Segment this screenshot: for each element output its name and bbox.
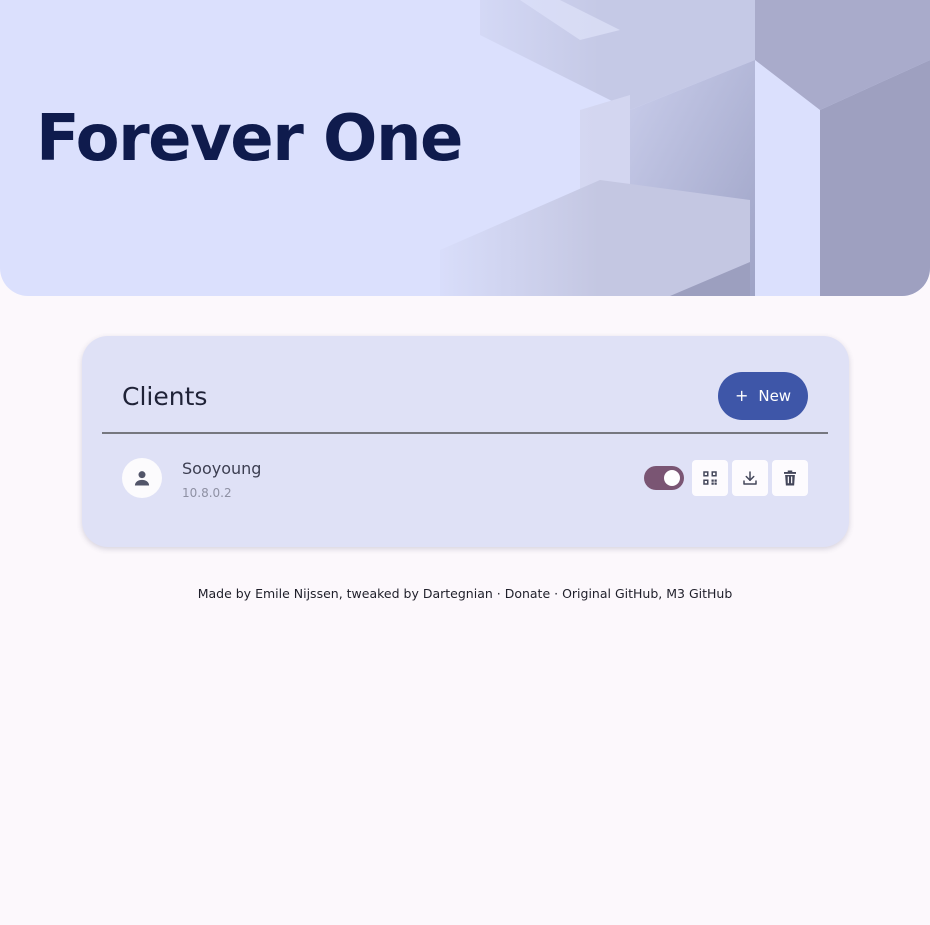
client-enabled-toggle[interactable] bbox=[644, 466, 684, 490]
show-qr-button[interactable] bbox=[692, 460, 728, 496]
footer-made-by: Made by bbox=[197, 586, 252, 601]
author-link[interactable]: Emile Nijssen bbox=[255, 586, 339, 601]
delete-client-button[interactable] bbox=[772, 460, 808, 496]
footer-separator: · bbox=[492, 586, 505, 601]
trash-icon bbox=[784, 470, 796, 486]
page-title: Forever One bbox=[36, 102, 463, 176]
hero-decoration-image bbox=[420, 0, 930, 296]
new-client-button[interactable]: + New bbox=[718, 372, 808, 420]
person-icon bbox=[134, 471, 150, 486]
plus-icon: + bbox=[734, 386, 749, 405]
m3-github-link[interactable]: M3 GitHub bbox=[666, 586, 732, 601]
divider bbox=[102, 432, 828, 434]
clients-card: Clients + New Sooyoung 10.8.0.2 bbox=[82, 336, 849, 547]
tweaker-link[interactable]: Dartegnian bbox=[423, 586, 493, 601]
donate-link[interactable]: Donate bbox=[505, 586, 550, 601]
download-config-button[interactable] bbox=[732, 460, 768, 496]
original-github-link[interactable]: Original GitHub bbox=[562, 586, 658, 601]
footer-tweaked-by: , tweaked by bbox=[338, 586, 419, 601]
client-name: Sooyoung bbox=[182, 459, 262, 478]
hero-banner: Forever One bbox=[0, 0, 930, 296]
qr-code-icon bbox=[703, 471, 717, 485]
client-avatar bbox=[122, 458, 162, 498]
client-row: Sooyoung 10.8.0.2 bbox=[82, 450, 849, 510]
clients-heading: Clients bbox=[122, 382, 208, 411]
download-icon bbox=[743, 471, 757, 485]
client-ip: 10.8.0.2 bbox=[182, 486, 232, 500]
footer: Made by Emile Nijssen, tweaked by Darteg… bbox=[0, 586, 930, 601]
new-button-label: New bbox=[758, 387, 792, 405]
toggle-knob bbox=[664, 470, 680, 486]
footer-separator: · bbox=[550, 586, 563, 601]
